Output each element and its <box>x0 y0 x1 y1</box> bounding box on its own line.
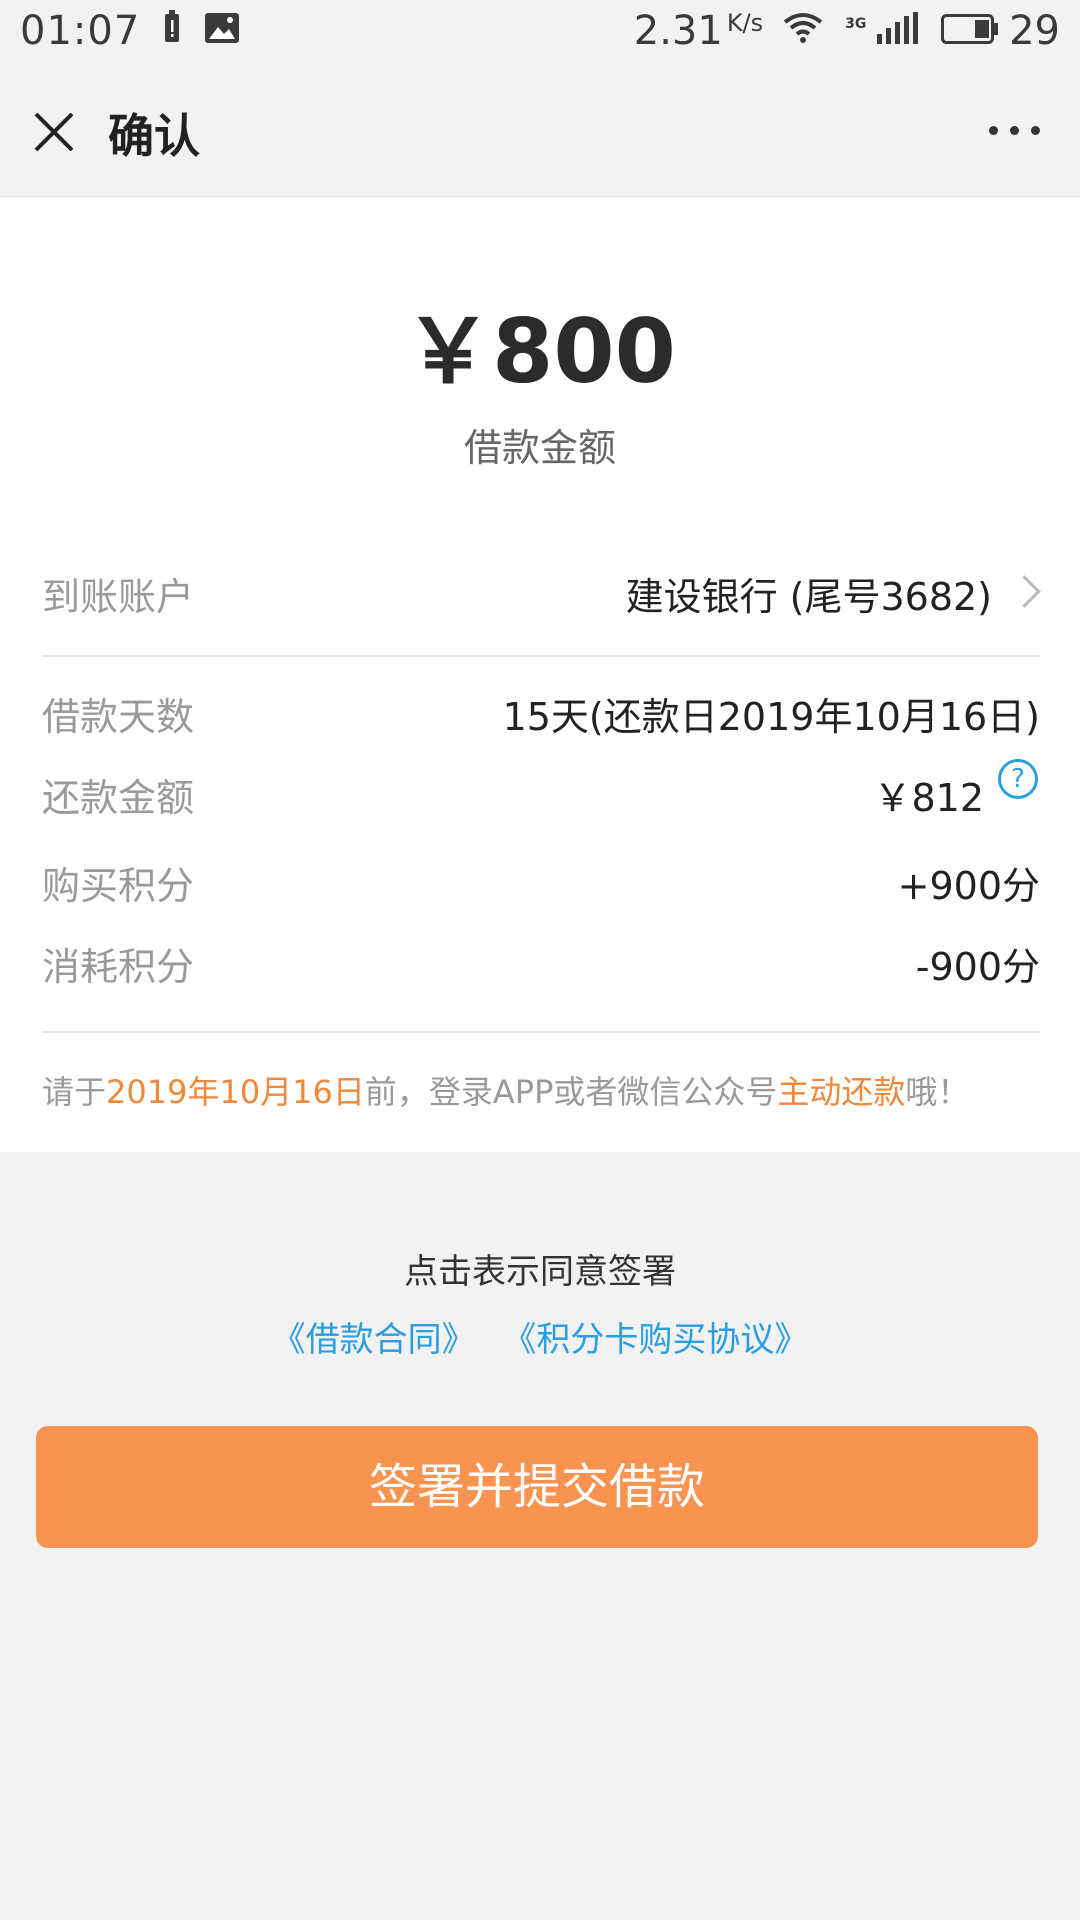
status-right: 2.31 K/s 3G 29 <box>634 8 1060 54</box>
agreement-text: 点击表示同意签署 <box>404 1252 676 1292</box>
signal-icon <box>877 8 919 54</box>
cellular-group: 3G <box>845 8 919 54</box>
days-label: 借款天数 <box>42 695 195 739</box>
network-speed: 2.31 <box>633 8 723 54</box>
wifi-icon <box>783 8 823 54</box>
repay-value: ￥812 <box>873 776 984 820</box>
close-button[interactable] <box>30 108 78 156</box>
close-icon <box>34 112 74 152</box>
divider <box>42 1031 1040 1033</box>
battery-alert-icon <box>162 8 182 54</box>
tip-prefix: 请于 <box>42 1073 107 1111</box>
page-title: 确认 <box>108 109 200 163</box>
loan-amount: ￥800 <box>404 300 676 403</box>
loan-contract-link[interactable]: 《借款合同》 <box>272 1320 476 1360</box>
days-value: 15天(还款日2019年10月16日) <box>502 695 1040 739</box>
chevron-right-icon <box>1008 575 1041 608</box>
use-points-value: -900分 <box>915 945 1040 989</box>
status-bar: 01:07 2.31 K/s 3G 29 <box>0 0 1080 66</box>
tip-action: 主动还款 <box>777 1073 906 1111</box>
tip-date: 2019年10月16日 <box>106 1073 365 1111</box>
loan-card: ￥800 借款金额 到账账户 建设银行 (尾号3682) 借款天数 15天(还款… <box>0 197 1080 1152</box>
status-left: 01:07 <box>20 8 240 54</box>
repay-tip: 请于2019年10月16日前，登录APP或者微信公众号主动还款哦！ <box>42 1067 969 1113</box>
days-row: 借款天数 15天(还款日2019年10月16日) <box>42 678 1040 748</box>
nav-bar: 确认 <box>0 66 1080 197</box>
more-icon <box>989 126 998 135</box>
points-card-agreement-link[interactable]: 《积分卡购买协议》 <box>502 1320 808 1360</box>
tip-suffix: 哦！ <box>905 1073 970 1111</box>
loan-amount-label: 借款金额 <box>463 426 616 470</box>
more-button[interactable] <box>977 126 1040 135</box>
tip-middle: 前，登录APP或者微信公众号 <box>364 1073 778 1111</box>
more-icon-dot <box>1031 126 1040 135</box>
repay-label: 还款金额 <box>42 776 195 820</box>
help-icon[interactable]: ? <box>998 759 1038 799</box>
submit-loan-button[interactable]: 签署并提交借款 <box>36 1426 1038 1548</box>
battery-icon <box>941 8 999 54</box>
network-speed-unit: K/s <box>726 9 764 37</box>
repay-row: 还款金额 ￥812 ? <box>42 759 1040 829</box>
account-row[interactable]: 到账账户 建设银行 (尾号3682) <box>42 558 1041 628</box>
image-icon <box>204 8 240 54</box>
account-value: 建设银行 (尾号3682) <box>625 575 992 619</box>
use-points-row: 消耗积分 -900分 <box>42 928 1040 998</box>
battery-level: 29 <box>1009 8 1060 54</box>
divider <box>42 655 1040 657</box>
buy-points-label: 购买积分 <box>42 864 195 908</box>
use-points-label: 消耗积分 <box>42 945 195 989</box>
account-label: 到账账户 <box>42 575 195 619</box>
agreement-links: 《借款合同》 《积分卡购买协议》 <box>0 1312 1080 1361</box>
more-icon-dot <box>1010 126 1019 135</box>
network-type: 3G <box>845 16 867 32</box>
status-time: 01:07 <box>20 8 141 54</box>
buy-points-row: 购买积分 +900分 <box>42 847 1040 917</box>
buy-points-value: +900分 <box>897 864 1040 908</box>
